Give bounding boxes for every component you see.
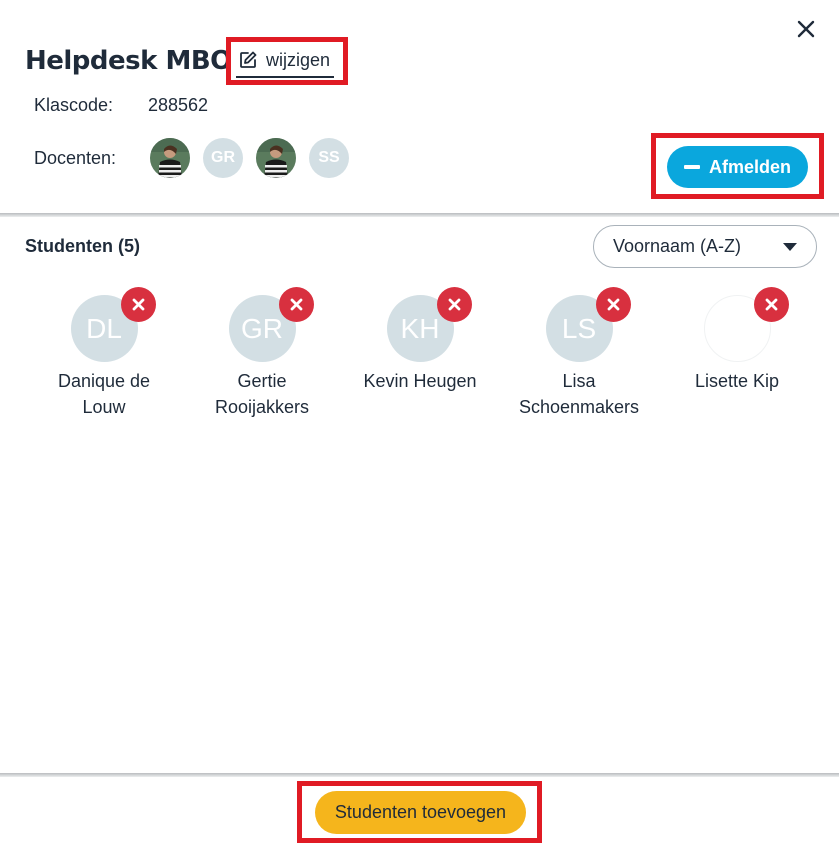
x-icon (607, 298, 620, 311)
remove-student-button[interactable] (121, 287, 156, 322)
student-card: LS Lisa Schoenmakers (504, 287, 654, 420)
highlight-box-signout (651, 133, 824, 199)
students-title: Studenten (5) (25, 236, 140, 256)
highlight-box-edit (226, 37, 348, 85)
teacher-avatar-photo (150, 138, 190, 178)
x-icon (448, 298, 461, 311)
teacher-avatar-initials: SS (309, 138, 349, 178)
remove-student-button[interactable] (437, 287, 472, 322)
sort-select[interactable]: Voornaam (A-Z) (593, 225, 817, 268)
student-name: Danique de Louw (57, 371, 151, 417)
teacher-avatar-initials: GR (203, 138, 243, 178)
divider (0, 213, 839, 217)
class-code-label: Klascode: (34, 95, 114, 115)
x-icon (132, 298, 145, 311)
student-card: GR Gertie Rooijakkers (187, 287, 337, 420)
highlight-box-add (297, 781, 542, 843)
sort-selected-value: Voornaam (A-Z) (613, 236, 742, 256)
x-icon (765, 298, 778, 311)
student-card: Lisette Kip (662, 287, 812, 394)
student-name: Gertie Rooijakkers (214, 371, 310, 417)
caret-down-icon (783, 243, 797, 251)
x-icon (290, 298, 303, 311)
student-card: KH Kevin Heugen (345, 287, 495, 394)
close-button[interactable] (792, 15, 820, 43)
person-photo-icon (150, 138, 190, 178)
student-card: DL Danique de Louw (29, 287, 179, 420)
student-name: Lisette Kip (694, 371, 780, 391)
close-icon (797, 20, 815, 38)
remove-student-button[interactable] (754, 287, 789, 322)
page-title: Helpdesk MBO (25, 46, 232, 76)
divider (0, 773, 839, 777)
class-code-value: 288562 (148, 95, 209, 115)
teacher-avatar-photo (256, 138, 296, 178)
remove-student-button[interactable] (596, 287, 631, 322)
student-name: Kevin Heugen (363, 371, 477, 391)
student-name: Lisa Schoenmakers (518, 371, 640, 417)
remove-student-button[interactable] (279, 287, 314, 322)
teachers-label: Docenten: (34, 148, 117, 168)
teacher-avatars: GR SS (150, 138, 349, 178)
person-photo-icon (256, 138, 296, 178)
